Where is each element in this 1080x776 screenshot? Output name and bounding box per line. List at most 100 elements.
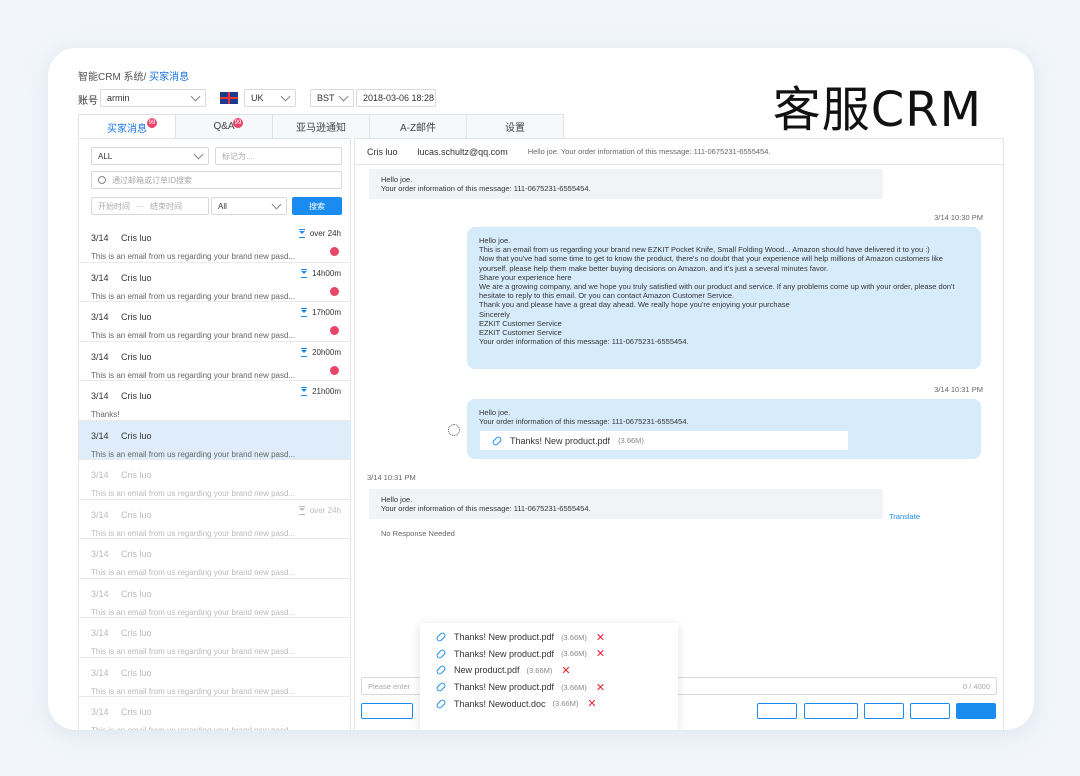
action-button[interactable] bbox=[910, 703, 950, 719]
response-timer: 17h00m bbox=[301, 308, 341, 317]
message-incoming: Hello joe. Your order information of thi… bbox=[369, 169, 883, 199]
search-icon bbox=[98, 176, 106, 184]
conversation-row[interactable]: 3/14 Cris luo This is an email from us reg… bbox=[79, 658, 351, 697]
message-timestamp: 3/14 10:31 PM bbox=[934, 385, 983, 394]
attachment-item[interactable]: Thanks! Newoduct.doc (3.66M) ✕ bbox=[435, 695, 678, 712]
date-range-input[interactable]: 开始时间 — 结束时间 bbox=[91, 197, 209, 215]
message-timestamp: 3/14 10:31 PM bbox=[367, 473, 416, 482]
conversation-date: 3/14 bbox=[91, 509, 109, 520]
conversation-buyer: Cris luo bbox=[121, 391, 152, 401]
conversation-row[interactable]: 3/14 Cris luo This is an email from us reg… bbox=[79, 539, 351, 579]
market-value: UK bbox=[251, 93, 264, 103]
account-value: armin bbox=[107, 93, 130, 103]
link-icon bbox=[435, 631, 447, 643]
breadcrumb-current: 买家消息 bbox=[149, 72, 190, 83]
link-icon bbox=[435, 664, 447, 677]
chevron-down-icon bbox=[338, 91, 349, 102]
send-button[interactable] bbox=[956, 703, 996, 719]
conversation-row[interactable]: 3/14 Cris luo over 24h This is an email fro… bbox=[79, 500, 351, 539]
attachment-item[interactable]: New product.pdf (3.66M) ✕ bbox=[435, 662, 678, 679]
sending-spinner-icon bbox=[448, 424, 460, 436]
range-select[interactable]: All bbox=[211, 197, 287, 215]
status-filter[interactable]: ALL bbox=[91, 147, 209, 165]
breadcrumb-root[interactable]: 智能CRM 系统/ bbox=[78, 72, 146, 83]
thread-buyer-email: lucas.schultz@qq.com bbox=[417, 146, 508, 157]
conversation-row[interactable]: 3/14 Cris luo 20h00m This is an email from … bbox=[79, 342, 351, 381]
conversation-date: 3/14 bbox=[91, 588, 109, 599]
account-select[interactable]: armin bbox=[100, 89, 206, 107]
attachment-name: Thanks! Newoduct.doc bbox=[454, 698, 546, 709]
message-incoming: Hello joe. Your order information of thi… bbox=[369, 489, 883, 519]
response-timer: 21h00m bbox=[301, 387, 341, 396]
link-icon bbox=[491, 434, 503, 447]
action-button[interactable] bbox=[864, 703, 904, 719]
search-input[interactable]: 通过邮箱或订单ID搜索 bbox=[91, 171, 342, 189]
attachment-item[interactable]: Thanks! New product.pdf (3.66M) ✕ bbox=[435, 679, 678, 696]
conversation-row[interactable]: 3/14 Cris luo over 24h This is an email fro… bbox=[79, 223, 351, 263]
crm-window: 客服CRM 智能CRM 系统/ 买家消息 账号 armin UK BST 201… bbox=[48, 48, 1034, 730]
tab-amazon-notices[interactable]: 亚马逊通知 bbox=[272, 114, 370, 138]
response-timer: over 24h bbox=[298, 505, 341, 515]
conversation-row[interactable]: 3/14 Cris luo 14h00m This is an email from … bbox=[79, 263, 351, 302]
conversation-buyer: Cris luo bbox=[121, 667, 152, 678]
tab-buyer-messages[interactable]: 买家消息 99 bbox=[78, 114, 176, 139]
response-timer: over 24h bbox=[298, 229, 341, 238]
uk-flag-icon bbox=[220, 92, 238, 104]
action-button[interactable] bbox=[757, 703, 797, 719]
response-timer: 14h00m bbox=[301, 268, 341, 278]
response-timer: 20h00m bbox=[301, 347, 341, 357]
hourglass-icon bbox=[298, 229, 305, 238]
message-outgoing-attachment: Hello joe. Your order information of thi… bbox=[467, 399, 981, 459]
conversation-row[interactable]: 3/14 Cris luo This is an email from us reg… bbox=[79, 460, 351, 500]
timezone-select[interactable]: BST bbox=[310, 89, 354, 107]
attach-button[interactable] bbox=[361, 703, 413, 719]
char-counter: 0 / 4000 bbox=[962, 681, 990, 691]
conversation-row[interactable]: 3/14 Cris luo This is an email from us reg… bbox=[79, 697, 351, 730]
thread-header: Cris luo lucas.schultz@qq.com Hello joe.… bbox=[355, 139, 1003, 165]
conversation-list: 3/14 Cris luo over 24h This is an email fro… bbox=[79, 223, 351, 730]
remove-icon[interactable]: ✕ bbox=[587, 697, 596, 710]
message-attachment-file[interactable]: Thanks! New product.pdf (3.66M) bbox=[480, 431, 848, 450]
conversation-date: 3/14 bbox=[91, 628, 109, 638]
attachment-item[interactable]: Thanks! New product.pdf (3.66M) ✕ bbox=[435, 629, 678, 646]
conversation-buyer: Cris luo bbox=[121, 233, 152, 243]
hourglass-icon bbox=[301, 308, 308, 317]
datetime-value: 2018-03-06 18:28 bbox=[363, 93, 435, 103]
action-button[interactable] bbox=[804, 703, 858, 719]
no-response-needed[interactable]: No Response Needed bbox=[381, 529, 455, 538]
attachment-list-popup: Thanks! New product.pdf (3.66M) ✕ Thanks! N… bbox=[420, 623, 678, 730]
conversation-date: 3/14 bbox=[91, 233, 109, 243]
search-button[interactable]: 搜索 bbox=[292, 197, 342, 215]
unread-badge bbox=[330, 326, 339, 335]
account-label: 账号 bbox=[78, 95, 98, 107]
market-select[interactable]: UK bbox=[244, 89, 296, 107]
tab-az-mail[interactable]: A-Z邮件 bbox=[369, 114, 467, 138]
tab-badge: 99 bbox=[147, 118, 157, 128]
conversation-row[interactable]: 3/14 Cris luo This is an email from us reg… bbox=[79, 420, 351, 460]
conversation-row[interactable]: 3/14 Cris luo 21h00m Thanks! bbox=[79, 381, 351, 421]
remove-icon[interactable]: ✕ bbox=[561, 664, 570, 677]
conversation-buyer: Cris luo bbox=[121, 351, 152, 362]
tab-qa[interactable]: Q&A 99 bbox=[175, 114, 273, 138]
attachment-size: (3.66M) bbox=[526, 665, 553, 675]
conversation-preview: This is an email from us regarding your … bbox=[91, 489, 296, 498]
remove-icon[interactable]: ✕ bbox=[596, 647, 605, 660]
conversation-buyer: Cris luo bbox=[121, 430, 152, 441]
tab-settings[interactable]: 设置 bbox=[466, 114, 564, 138]
chevron-down-icon bbox=[190, 91, 201, 102]
translate-link[interactable]: Translate bbox=[889, 512, 920, 521]
conversation-row[interactable]: 3/14 Cris luo This is an email from us reg… bbox=[79, 579, 351, 618]
conversation-preview: This is an email from us regarding your … bbox=[91, 607, 296, 617]
mark-filter[interactable]: 标记为... bbox=[215, 147, 342, 165]
attachment-name: Thanks! New product.pdf bbox=[510, 435, 611, 446]
remove-icon[interactable]: ✕ bbox=[596, 631, 605, 644]
conversation-row[interactable]: 3/14 Cris luo This is an email from us reg… bbox=[79, 618, 351, 658]
conversation-row[interactable]: 3/14 Cris luo 17h00m This is an email from … bbox=[79, 302, 351, 342]
timezone-value: BST bbox=[317, 93, 335, 103]
conversation-buyer: Cris luo bbox=[121, 707, 152, 717]
remove-icon[interactable]: ✕ bbox=[596, 681, 605, 694]
conversation-preview: This is an email from us regarding your … bbox=[91, 647, 296, 656]
attachment-item[interactable]: Thanks! New product.pdf (3.66M) ✕ bbox=[435, 646, 678, 663]
message-outgoing: Hello joe. This is an email from us rega… bbox=[467, 227, 981, 369]
attachment-name: New product.pdf bbox=[454, 665, 520, 676]
